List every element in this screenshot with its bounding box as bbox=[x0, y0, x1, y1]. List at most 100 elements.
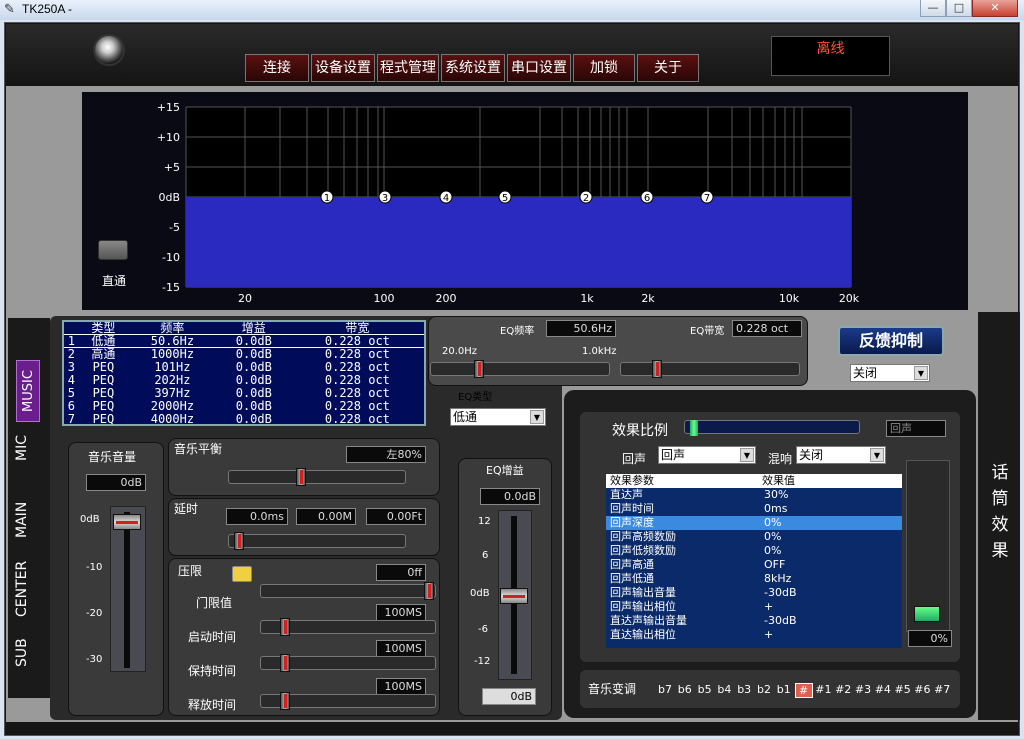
tab-center[interactable]: CENTER bbox=[14, 560, 44, 618]
eq-freq-thumb[interactable] bbox=[474, 360, 484, 378]
limiter-value[interactable]: 0ff bbox=[376, 564, 426, 581]
band-row[interactable]: 6 PEQ 2000Hz 0.0dB 0.228 oct bbox=[64, 400, 424, 413]
band-row[interactable]: 2 高通 1000Hz 0.0dB 0.228 oct bbox=[64, 348, 424, 361]
tab-mic[interactable]: MIC bbox=[14, 428, 44, 468]
effect-row[interactable]: 回声输出相位 + bbox=[606, 600, 902, 614]
menu-connect[interactable]: 连接 bbox=[245, 54, 309, 82]
maximize-button[interactable]: □ bbox=[946, 0, 972, 17]
menu-lock[interactable]: 加锁 bbox=[573, 54, 635, 82]
feedback-suppress-button[interactable]: 反馈抑制 bbox=[838, 326, 944, 356]
close-button[interactable]: ✕ bbox=[972, 0, 1018, 17]
tab-music[interactable]: MUSIC bbox=[16, 360, 40, 422]
y-axis-label-5: -10 bbox=[162, 251, 180, 264]
threshold-thumb[interactable] bbox=[424, 582, 434, 600]
eq-bw-input[interactable]: 0.228 oct bbox=[732, 320, 802, 337]
mic-effects-label[interactable]: 话筒效果 bbox=[988, 460, 1012, 564]
balance-thumb[interactable] bbox=[296, 468, 306, 486]
limiter-toggle[interactable] bbox=[232, 566, 252, 582]
key-button-6[interactable]: b1 bbox=[775, 683, 793, 696]
feedback-value: 关闭 bbox=[853, 366, 878, 380]
minimize-button[interactable]: — bbox=[920, 0, 946, 17]
hold-thumb[interactable] bbox=[280, 654, 290, 672]
music-volume-thumb[interactable] bbox=[113, 514, 141, 530]
eq-freq-input[interactable]: 50.6Hz bbox=[546, 320, 616, 337]
effect-row[interactable]: 回声高通 OFF bbox=[606, 558, 902, 572]
key-button-7[interactable]: # bbox=[794, 683, 813, 698]
key-button-8[interactable]: #1 bbox=[814, 683, 832, 696]
key-button-12[interactable]: #5 bbox=[894, 683, 912, 696]
x-axis-label-0: 20 bbox=[238, 292, 252, 305]
balance-slider[interactable] bbox=[228, 470, 406, 484]
eq-gain-input[interactable]: 0.0dB bbox=[480, 488, 540, 505]
reverb-label: 混响 bbox=[768, 452, 793, 466]
delay-thumb[interactable] bbox=[234, 532, 244, 550]
key-button-13[interactable]: #6 bbox=[913, 683, 931, 696]
effect-ratio-input[interactable]: 回声 bbox=[886, 420, 946, 437]
effect-row[interactable]: 回声低通 8kHz bbox=[606, 572, 902, 586]
menu-serial-settings[interactable]: 串口设置 bbox=[507, 54, 571, 82]
threshold-input[interactable]: 100MS bbox=[376, 604, 426, 621]
menu-device-settings[interactable]: 设备设置 bbox=[311, 54, 375, 82]
eq-gain-thumb[interactable] bbox=[500, 588, 528, 604]
bypass-button[interactable] bbox=[98, 240, 128, 260]
effects-table[interactable]: 效果参数 效果值 直达声 30% 回声时间 0ms 回声深度 0% 回声高频数励 0% 回声低频… bbox=[606, 474, 902, 648]
band-cell: PEQ bbox=[92, 373, 115, 387]
echo-select[interactable]: 回声 ▼ bbox=[658, 446, 756, 464]
key-button-11[interactable]: #4 bbox=[874, 683, 892, 696]
effect-row[interactable]: 直达声输出音量 -30dB bbox=[606, 614, 902, 628]
eq-marker-label-5: 5 bbox=[502, 193, 508, 204]
key-button-2[interactable]: b5 bbox=[696, 683, 714, 696]
key-button-10[interactable]: #3 bbox=[854, 683, 872, 696]
reverb-select[interactable]: 关闭 ▼ bbox=[796, 446, 886, 464]
menu-system-settings[interactable]: 系统设置 bbox=[441, 54, 505, 82]
band-row[interactable]: 5 PEQ 397Hz 0.0dB 0.228 oct bbox=[64, 387, 424, 400]
x-axis-label-6: 20k bbox=[839, 292, 860, 305]
menu-program-manage[interactable]: 程式管理 bbox=[377, 54, 439, 82]
key-button-14[interactable]: #7 bbox=[933, 683, 951, 696]
balance-input[interactable]: 左80% bbox=[346, 446, 426, 463]
music-volume-track bbox=[124, 512, 130, 668]
eq-freq-slider[interactable] bbox=[430, 362, 610, 376]
hold-input[interactable]: 100MS bbox=[376, 678, 426, 695]
band-table[interactable]: 类型 频率 增益 带宽 1 低通 50.6Hz 0.0dB 0.228 oct 2 高通 1000H… bbox=[62, 320, 426, 426]
band-row[interactable]: 3 PEQ 101Hz 0.0dB 0.228 oct bbox=[64, 361, 424, 374]
delay-ft-input[interactable]: 0.00Ft bbox=[366, 508, 426, 525]
music-volume-input[interactable]: 0dB bbox=[86, 474, 146, 491]
release-thumb[interactable] bbox=[280, 692, 290, 710]
tab-main[interactable]: MAIN bbox=[14, 498, 44, 542]
effect-row[interactable]: 回声深度 0% bbox=[606, 516, 902, 530]
delay-slider[interactable] bbox=[228, 534, 406, 548]
attack-thumb[interactable] bbox=[280, 618, 290, 636]
effect-level-thumb[interactable] bbox=[914, 606, 940, 622]
menu-about[interactable]: 关于 bbox=[637, 54, 699, 82]
band-row[interactable]: 1 低通 50.6Hz 0.0dB 0.228 oct bbox=[64, 334, 424, 348]
delay-m-input[interactable]: 0.00M bbox=[296, 508, 356, 525]
key-button-1[interactable]: b6 bbox=[676, 683, 694, 696]
effect-ratio-slider[interactable] bbox=[684, 420, 860, 434]
band-row[interactable]: 4 PEQ 202Hz 0.0dB 0.228 oct bbox=[64, 374, 424, 387]
effect-row[interactable]: 回声高频数励 0% bbox=[606, 530, 902, 544]
key-button-0[interactable]: b7 bbox=[656, 683, 674, 696]
key-button-9[interactable]: #2 bbox=[834, 683, 852, 696]
delay-ms-input[interactable]: 0.0ms bbox=[226, 508, 288, 525]
effect-row[interactable]: 直达输出相位 + bbox=[606, 628, 902, 642]
key-button-4[interactable]: b3 bbox=[735, 683, 753, 696]
feedback-select[interactable]: 关闭 ▼ bbox=[850, 364, 930, 382]
key-button-3[interactable]: b4 bbox=[715, 683, 733, 696]
effect-row[interactable]: 回声低频数励 0% bbox=[606, 544, 902, 558]
band-cell: 6 bbox=[67, 399, 76, 413]
key-button-5[interactable]: b2 bbox=[755, 683, 773, 696]
eq-bw-thumb[interactable] bbox=[652, 360, 662, 378]
eq-graph[interactable]: +15 +10 +5 0dB -5 -10 -15 20 100 200 1k 2k 10k 20k 1… bbox=[82, 92, 968, 310]
attack-input[interactable]: 100MS bbox=[376, 640, 426, 657]
vol-tick-0: 0dB bbox=[80, 514, 100, 525]
tab-sub[interactable]: SUB bbox=[14, 636, 44, 670]
threshold-slider[interactable] bbox=[260, 584, 436, 598]
effect-row[interactable]: 回声时间 0ms bbox=[606, 502, 902, 516]
eq-type-select[interactable]: 低通 ▼ bbox=[450, 408, 546, 426]
effect-row[interactable]: 回声输出音量 -30dB bbox=[606, 586, 902, 600]
band-row[interactable]: 7 PEQ 4000Hz 0.0dB 0.228 oct bbox=[64, 413, 424, 426]
eq-bw-slider[interactable] bbox=[620, 362, 800, 376]
effect-ratio-thumb[interactable] bbox=[690, 420, 698, 436]
effect-row[interactable]: 直达声 30% bbox=[606, 488, 902, 502]
